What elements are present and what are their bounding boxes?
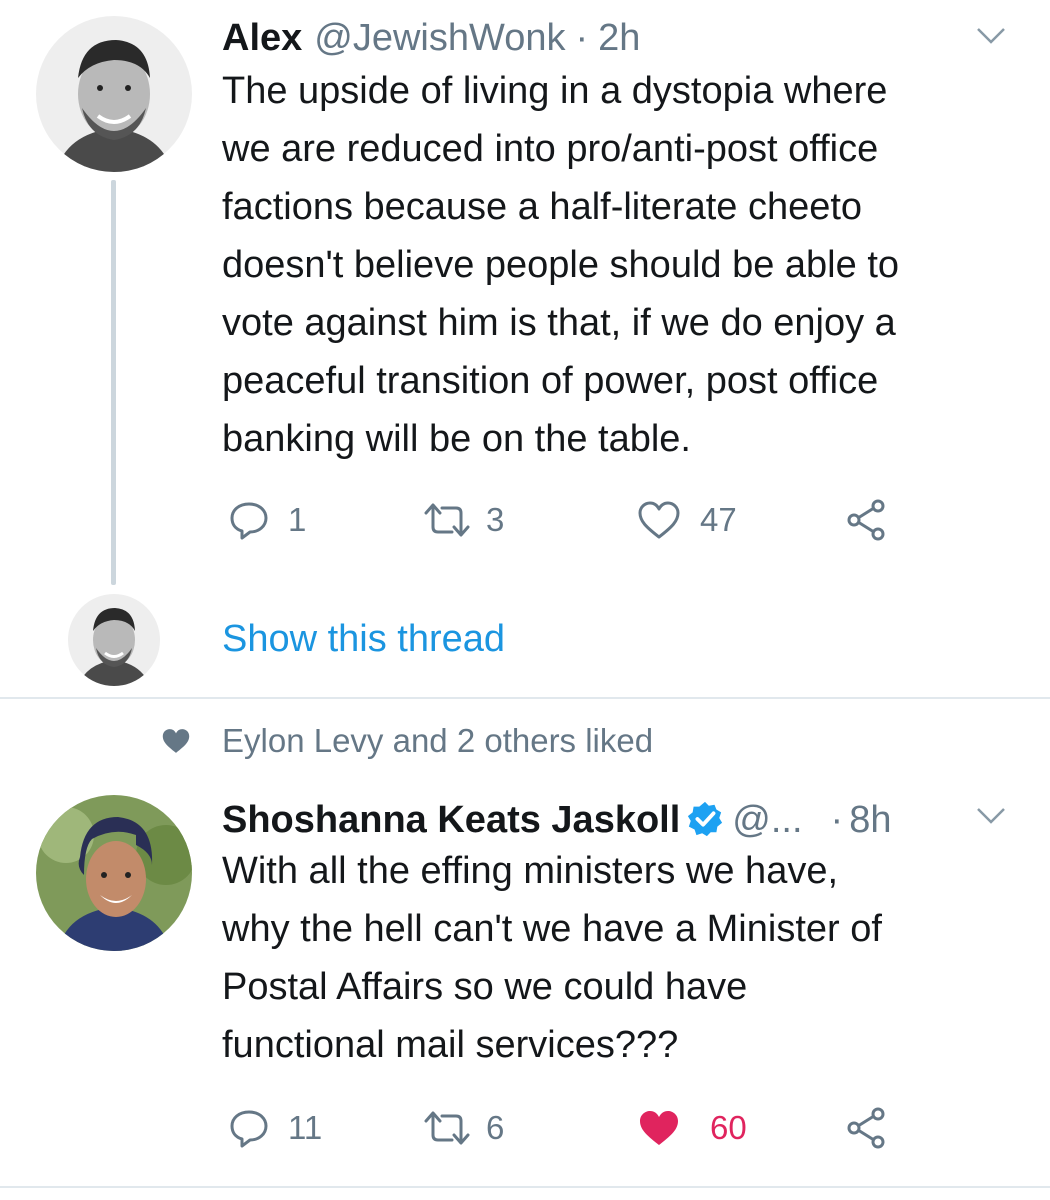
text-line: With all the effing ministers we have, <box>222 850 839 892</box>
retweet-icon <box>424 503 470 537</box>
caret-down-icon[interactable] <box>976 806 1006 826</box>
thread-avatar[interactable] <box>68 594 160 686</box>
tweet-text: With all the effing ministers we have, w… <box>222 842 1022 1074</box>
retweet-button[interactable]: 3 <box>422 496 504 544</box>
text-line: why the hell can't we have a Minister of <box>222 908 882 950</box>
reply-button[interactable]: 1 <box>228 496 306 544</box>
text-line: banking will be on the table. <box>222 418 691 460</box>
author-handle[interactable]: @... <box>732 798 802 842</box>
tweet-text: The upside of living in a dystopia where… <box>222 62 1022 468</box>
retweet-count: 6 <box>486 1109 505 1146</box>
timestamp[interactable]: 2h <box>598 16 640 60</box>
avatar-image <box>68 594 160 686</box>
share-icon <box>847 499 885 541</box>
caret-down-icon[interactable] <box>976 26 1006 46</box>
text-line: we are reduced into pro/anti-post office <box>222 128 879 170</box>
reply-count: 1 <box>288 501 307 538</box>
tweet-header: Alex @JewishWonk · 2h <box>222 16 640 60</box>
retweet-icon <box>424 1111 470 1145</box>
avatar[interactable] <box>36 795 192 951</box>
like-count: 60 <box>710 1109 747 1146</box>
share-button[interactable] <box>844 1104 890 1152</box>
like-icon <box>638 501 680 539</box>
avatar-image <box>36 16 192 172</box>
timestamp[interactable]: 8h <box>849 798 891 842</box>
author-handle[interactable]: @JewishWonk <box>314 16 565 60</box>
avatar-image <box>36 795 192 951</box>
tweet-divider <box>0 1186 1050 1188</box>
text-line: Postal Affairs so we could have <box>222 966 748 1008</box>
retweet-button[interactable]: 6 <box>422 1104 504 1152</box>
reply-icon <box>230 502 268 540</box>
text-line: factions because a half-literate cheeto <box>222 186 863 228</box>
tweet-1[interactable]: Alex @JewishWonk · 2h The upside of livi… <box>0 0 1050 697</box>
separator-dot: · <box>830 799 844 841</box>
text-line: functional mail services??? <box>222 1024 679 1066</box>
thread-line <box>111 180 116 585</box>
tweet-header: Shoshanna Keats Jaskoll @... · 8h <box>222 794 891 842</box>
reply-button[interactable]: 11 <box>228 1104 322 1152</box>
like-button[interactable]: 60 <box>636 1104 747 1152</box>
like-count: 47 <box>700 501 737 538</box>
text-line: doesn't believe people should be able to <box>222 244 900 286</box>
like-icon <box>640 1111 678 1145</box>
tweet-actions: 11 6 60 <box>222 1104 922 1152</box>
author-name[interactable]: Alex <box>222 16 302 60</box>
social-context[interactable]: Eylon Levy and 2 others liked <box>160 722 653 760</box>
like-button[interactable]: 47 <box>636 496 737 544</box>
separator-dot: · <box>575 17 589 59</box>
heart-small-icon <box>162 729 190 753</box>
text-line: peaceful transition of power, post offic… <box>222 360 879 402</box>
text-line: The upside of living in a dystopia where <box>222 70 888 112</box>
verified-badge-icon <box>688 801 723 837</box>
show-thread-link[interactable]: Show this thread <box>222 615 505 663</box>
reply-count: 11 <box>288 1109 323 1146</box>
avatar[interactable] <box>36 16 192 172</box>
text-line: vote against him is that, if we do enjoy… <box>222 302 896 344</box>
reply-icon <box>230 1110 268 1148</box>
retweet-count: 3 <box>486 501 505 538</box>
social-context-text: Eylon Levy and 2 others liked <box>222 722 654 759</box>
share-button[interactable] <box>844 496 890 544</box>
tweet-actions: 1 3 47 <box>222 496 922 544</box>
author-name[interactable]: Shoshanna Keats Jaskoll <box>222 798 680 842</box>
share-icon <box>847 1107 885 1149</box>
